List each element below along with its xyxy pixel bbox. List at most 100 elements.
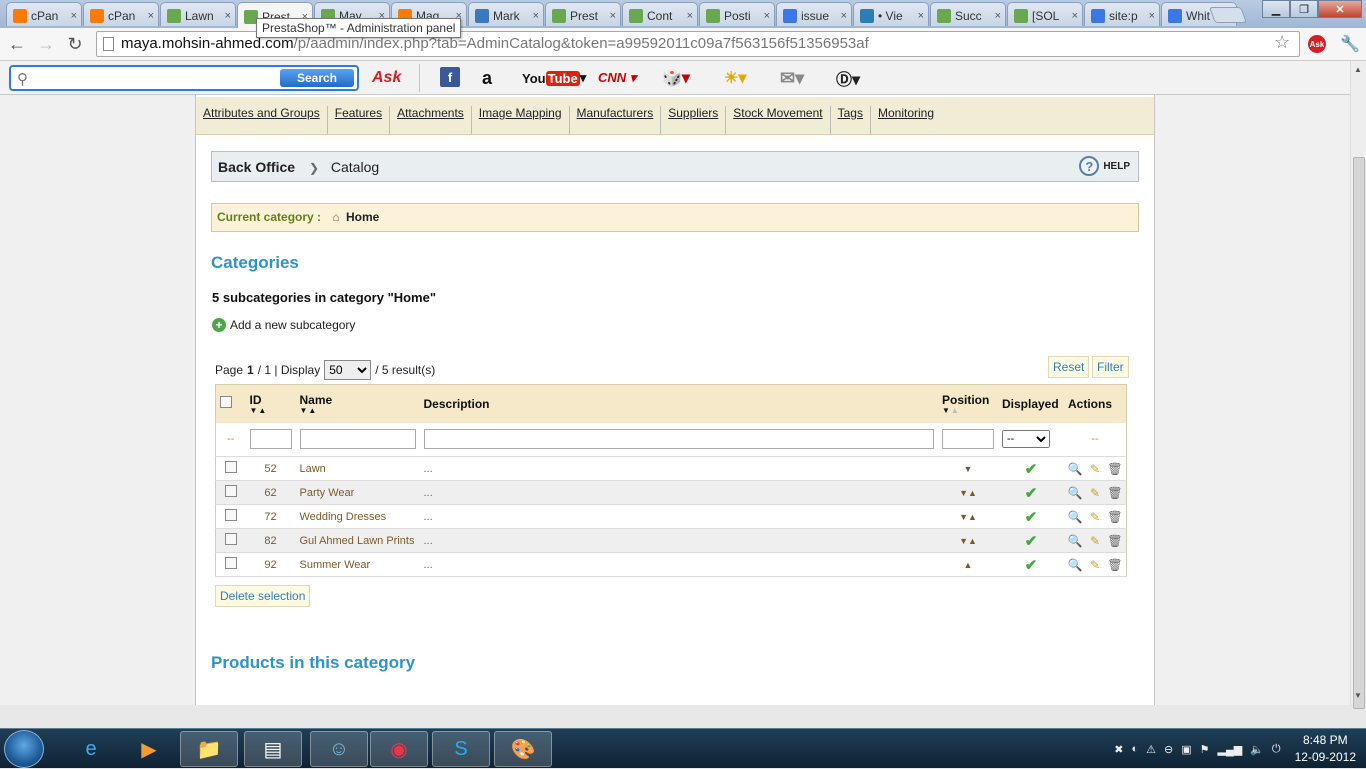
messenger-icon[interactable]: ☺	[310, 731, 368, 767]
start-button[interactable]	[4, 730, 44, 768]
delete-selection-button[interactable]: Delete selection	[215, 585, 311, 607]
submenu-attachments[interactable]: Attachments	[390, 106, 472, 134]
ask-extension-icon[interactable]: Ask	[1308, 35, 1326, 53]
breadcrumb-back-office[interactable]: Back Office	[218, 159, 295, 175]
sort-arrows-icon[interactable]: ▼▲	[300, 406, 416, 415]
sort-arrows-icon[interactable]: ▼▲	[250, 406, 292, 415]
check-icon[interactable]: ✔	[1025, 533, 1038, 550]
tab-close-icon[interactable]: ×	[71, 10, 77, 22]
volume-icon[interactable]: 🔈	[1250, 743, 1264, 756]
sort-arrows-icon[interactable]: ▼▲	[942, 406, 994, 415]
edit-icon[interactable]: ✎	[1088, 533, 1102, 548]
position-arrows-icon[interactable]: ▼▲	[938, 480, 998, 505]
ask-search-button[interactable]: Search	[280, 69, 354, 87]
filter-name-input[interactable]	[299, 429, 416, 450]
internet-explorer-icon[interactable]: e	[62, 731, 120, 767]
tab-close-icon[interactable]: ×	[995, 10, 1001, 22]
delete-icon[interactable]: 🗑	[1107, 533, 1122, 548]
browser-tab[interactable]: Cont ×	[622, 2, 698, 26]
edit-icon[interactable]: ✎	[1088, 485, 1102, 500]
tab-close-icon[interactable]: ×	[533, 10, 539, 22]
cell-name[interactable]: Lawn	[295, 456, 420, 481]
check-icon[interactable]: ✔	[1025, 461, 1038, 478]
dictionary-icon[interactable]: Ⓓ▾	[836, 67, 860, 89]
submenu-tags[interactable]: Tags	[831, 106, 871, 134]
games-dice-icon[interactable]: 🎲▾	[662, 67, 690, 89]
filter-description-input[interactable]	[423, 429, 934, 450]
back-arrow-icon[interactable]: ←	[6, 33, 28, 55]
tray-flag-icon[interactable]: ⚑	[1200, 743, 1210, 756]
browser-tab[interactable]: Succ ×	[930, 2, 1006, 26]
submenu-features[interactable]: Features	[328, 106, 391, 134]
position-arrows-icon[interactable]: ▼	[938, 456, 998, 481]
tray-minus-icon[interactable]: ⊖	[1164, 743, 1173, 756]
minimize-button[interactable]: ▁	[1262, 0, 1290, 18]
submenu-attributes-and-groups[interactable]: Attributes and Groups	[203, 106, 328, 134]
edit-icon[interactable]: ✎	[1088, 509, 1102, 524]
row-checkbox[interactable]	[224, 557, 237, 569]
browser-tab[interactable]: [SOL ×	[1007, 2, 1083, 26]
power-icon[interactable]: ⏻	[1272, 743, 1281, 756]
view-icon[interactable]: 🔍	[1068, 533, 1083, 548]
browser-tab[interactable]: issue ×	[776, 2, 852, 26]
maximize-button[interactable]: ❐	[1290, 0, 1318, 18]
reset-button[interactable]: Reset	[1048, 356, 1090, 378]
add-subcategory-link[interactable]: + Add a new subcategory	[212, 318, 355, 332]
delete-icon[interactable]: 🗑	[1107, 557, 1122, 572]
check-icon[interactable]: ✔	[1025, 557, 1038, 574]
ask-logo-icon[interactable]: Ask	[372, 67, 401, 89]
delete-icon[interactable]: 🗑	[1107, 509, 1122, 524]
skype-icon[interactable]: S	[432, 731, 490, 767]
check-icon[interactable]: ✔	[1025, 485, 1038, 502]
forward-arrow-icon[interactable]: →	[35, 33, 57, 55]
current-category-value[interactable]: Home	[346, 210, 379, 224]
tab-close-icon[interactable]: ×	[1072, 10, 1078, 22]
browser-tab[interactable]: site:p ×	[1084, 2, 1160, 26]
check-icon[interactable]: ✔	[1025, 509, 1038, 526]
chrome-icon[interactable]: ◉	[370, 731, 428, 767]
window-app-icon[interactable]: ▤	[244, 731, 302, 767]
tab-close-icon[interactable]: ×	[148, 10, 154, 22]
tray-alert-icon[interactable]: ⚠	[1146, 743, 1156, 756]
submenu-stock-movement[interactable]: Stock Movement	[726, 106, 831, 134]
clock[interactable]: 8:48 PM 12-09-2012	[1295, 732, 1356, 766]
table-row[interactable]: 72 Wedding Dresses... ▼▲ ✔ 🔍 ✎ 🗑	[215, 504, 1127, 529]
table-row[interactable]: 82 Gul Ahmed Lawn Prints... ▼▲ ✔ 🔍 ✎ 🗑	[215, 528, 1127, 553]
view-icon[interactable]: 🔍	[1068, 461, 1083, 476]
filter-position-input[interactable]	[942, 429, 994, 450]
edit-icon[interactable]: ✎	[1088, 557, 1102, 572]
tab-close-icon[interactable]: ×	[1149, 10, 1155, 22]
position-arrows-icon[interactable]: ▲	[938, 552, 998, 577]
view-icon[interactable]: 🔍	[1068, 509, 1083, 524]
submenu-monitoring[interactable]: Monitoring	[871, 106, 941, 134]
browser-tab[interactable]: cPan ×	[6, 2, 82, 26]
submenu-manufacturers[interactable]: Manufacturers	[570, 106, 662, 134]
tray-app-icon[interactable]: ◐	[1131, 743, 1138, 755]
tab-close-icon[interactable]: ×	[764, 10, 770, 22]
cell-name[interactable]: Summer Wear	[295, 552, 420, 577]
weather-icon[interactable]: ☀▾	[724, 67, 746, 89]
new-tab-button[interactable]	[1209, 7, 1247, 23]
row-checkbox[interactable]	[224, 533, 237, 545]
browser-tab[interactable]: Lawn ×	[160, 2, 236, 26]
paint-icon[interactable]: 🎨	[494, 731, 552, 767]
tab-close-icon[interactable]: ×	[918, 10, 924, 22]
delete-icon[interactable]: 🗑	[1107, 485, 1122, 500]
tab-close-icon[interactable]: ×	[841, 10, 847, 22]
scroll-down-icon[interactable]: ▼	[1354, 691, 1362, 700]
view-icon[interactable]: 🔍	[1068, 485, 1083, 500]
ask-search-box[interactable]: ⚲ Search	[9, 65, 359, 91]
browser-tab[interactable]: Prest ×	[545, 2, 621, 26]
tray-network-icon[interactable]: ▣	[1181, 743, 1191, 756]
table-row[interactable]: 52 Lawn... ▼ ✔ 🔍 ✎ 🗑	[215, 456, 1127, 481]
browser-tab[interactable]: Mark ×	[468, 2, 544, 26]
submenu-suppliers[interactable]: Suppliers	[661, 106, 727, 134]
per-page-select[interactable]: 50	[324, 360, 372, 380]
filter-displayed-select[interactable]: --	[1002, 430, 1050, 449]
tab-close-icon[interactable]: ×	[687, 10, 693, 22]
tab-close-icon[interactable]: ×	[225, 10, 231, 22]
delete-icon[interactable]: 🗑	[1107, 461, 1122, 476]
tab-close-icon[interactable]: ×	[610, 10, 616, 22]
scroll-up-icon[interactable]: ▲	[1354, 65, 1362, 74]
bookmark-star-icon[interactable]: ☆	[1274, 32, 1290, 53]
